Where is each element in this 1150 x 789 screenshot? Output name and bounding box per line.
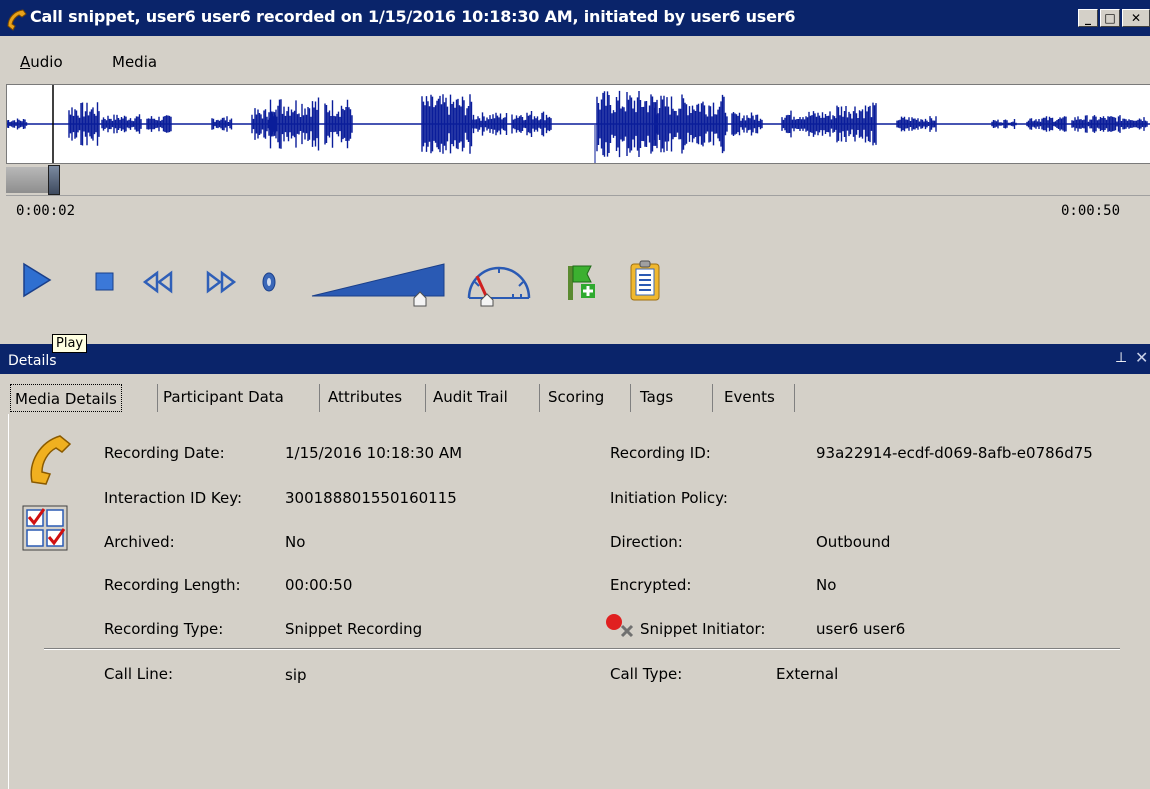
recording-date-label: Recording Date: [104,444,225,462]
close-icon[interactable]: ✕ [1122,9,1150,27]
tab-media-details[interactable]: Media Details [10,384,122,412]
archived-value: No [285,533,306,551]
call-type-value: External [776,665,839,683]
menu-media[interactable]: Media [112,53,157,71]
play-icon[interactable] [22,262,52,298]
played-region [6,167,48,193]
fast-forward-icon[interactable] [205,270,237,294]
recording-type-value: Snippet Recording [285,620,423,638]
media-details-content [8,414,1150,789]
menu-audio[interactable]: Audio [20,53,63,71]
user-removed-icon [606,614,634,638]
snippet-initiator-label: Snippet Initiator: [640,620,766,638]
waveform-display[interactable] [6,84,1150,164]
recording-length-value: 00:00:50 [285,576,353,594]
recording-length-label: Recording Length: [104,576,241,594]
phone-call-icon [30,435,72,485]
details-tabs: Media Details Participant Data Attribute… [0,374,1150,414]
details-panel-header: Details ⊥ ✕ [0,344,1150,374]
direction-value: Outbound [816,533,891,551]
tab-events[interactable]: Events [724,383,775,413]
tab-scoring[interactable]: Scoring [548,383,604,413]
position-slider-thumb[interactable] [48,165,60,195]
window-titlebar: Call snippet, user6 user6 recorded on 1/… [0,0,1150,36]
details-divider [44,648,1120,650]
clipboard-notes-icon[interactable] [628,258,662,302]
recording-type-label: Recording Type: [104,620,224,638]
recording-id-value: 93a22914-ecdf-d069-8afb-e0786d75 [816,444,1093,462]
call-line-value: sip [285,666,307,684]
evaluation-checklist-icon[interactable] [22,505,68,551]
initiation-policy-label: Initiation Policy: [610,489,728,507]
interaction-id-key-value: 300188801550160115 [285,489,457,507]
archived-label: Archived: [104,533,175,551]
encrypted-value: No [816,576,837,594]
interaction-id-key-label: Interaction ID Key: [104,489,243,507]
recording-id-label: Recording ID: [610,444,711,462]
volume-slider[interactable] [310,262,450,310]
call-line-label: Call Line: [104,665,174,683]
recording-date-value: 1/15/2016 10:18:30 AM [285,444,463,462]
window-title: Call snippet, user6 user6 recorded on 1/… [30,7,796,26]
waveform [6,85,1150,163]
snippet-initiator-value: user6 user6 [816,620,906,638]
pin-icon[interactable]: ⊥ [1115,350,1127,366]
total-time: 0:00:50 [1061,203,1121,219]
details-panel-title: Details [8,353,57,369]
speaker-icon[interactable] [260,270,278,294]
tab-audit-trail[interactable]: Audit Trail [433,383,508,413]
current-time: 0:00:02 [16,203,76,219]
rewind-icon[interactable] [142,270,174,294]
minimize-icon[interactable]: _ [1078,9,1098,27]
tab-attributes[interactable]: Attributes [328,383,402,413]
phone-icon [7,9,27,31]
direction-label: Direction: [610,533,683,551]
play-tooltip: Play [52,334,88,353]
encrypted-label: Encrypted: [610,576,692,594]
stop-icon[interactable] [95,272,115,292]
speed-dial-thumb [480,293,494,307]
close-panel-icon[interactable]: ✕ [1135,348,1148,367]
tab-tags[interactable]: Tags [640,383,673,413]
playback-speed-dial[interactable] [465,262,535,310]
menu-bar: Audio Media [0,36,1150,84]
tab-participant-data[interactable]: Participant Data [163,383,284,413]
call-type-label: Call Type: [610,665,683,683]
add-bookmark-icon[interactable] [565,262,599,304]
position-slider[interactable] [6,164,1150,196]
maximize-icon[interactable]: □ [1100,9,1120,27]
